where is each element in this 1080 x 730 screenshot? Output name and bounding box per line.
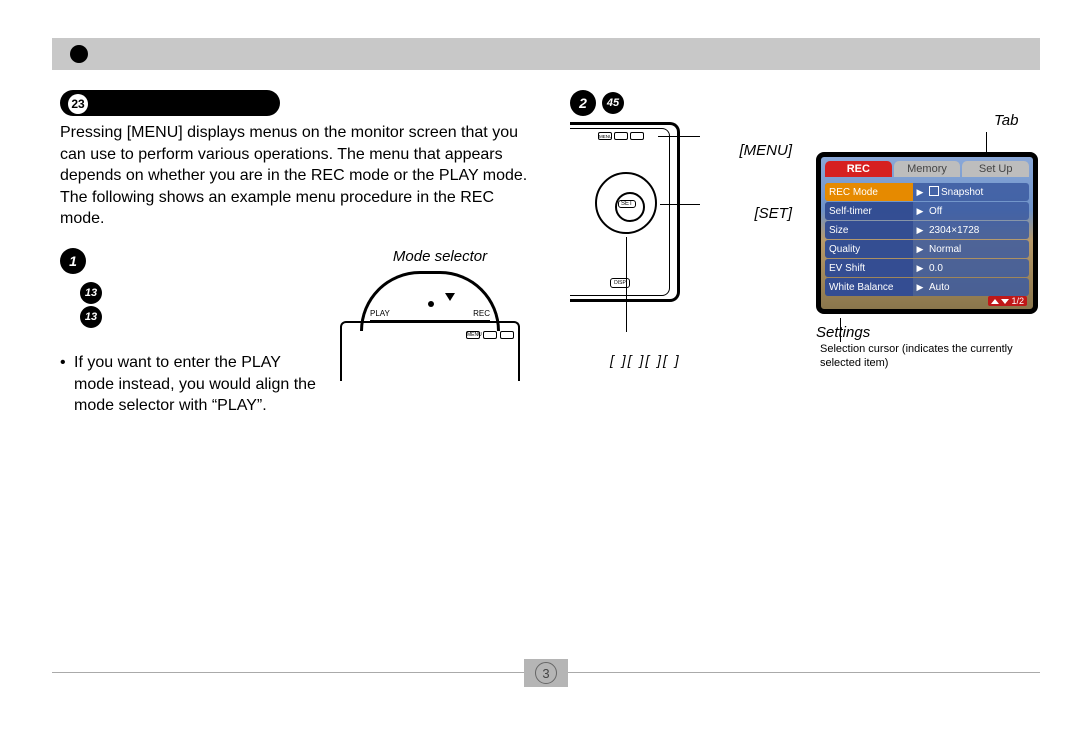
page-number: 3 xyxy=(542,666,549,681)
menu-row: Self-timer▶Off xyxy=(825,202,1029,220)
arrow-brackets-label: [ ][ ][ ][ ] xyxy=(610,352,681,368)
menu-row-arrow-icon: ▶ xyxy=(913,282,927,293)
intro-paragraph: Pressing [MENU] displays menus on the mo… xyxy=(60,122,540,230)
menu-row-name: REC Mode xyxy=(825,183,913,201)
header-bar xyxy=(52,38,1040,70)
page-indicator-text: 1/2 xyxy=(1011,296,1024,306)
menu-row-arrow-icon: ▶ xyxy=(913,187,927,198)
menu-row-name: Size xyxy=(825,221,913,239)
menu-tab: Set Up xyxy=(962,161,1029,177)
page-indicator: 1/2 xyxy=(988,296,1027,306)
menu-tab: Memory xyxy=(894,161,961,177)
diagram-blank-button-1 xyxy=(483,331,497,339)
menu-row-value: Snapshot xyxy=(927,186,1029,198)
menu-screen-block: Tab RECMemorySet Up REC Mode▶SnapshotSel… xyxy=(816,122,1046,371)
cam-blank-button-2 xyxy=(630,132,644,140)
menu-row-name: EV Shift xyxy=(825,259,913,277)
menu-row-name: Self-timer xyxy=(825,202,913,220)
mode-pointer-icon xyxy=(445,293,455,301)
cam-set-button: SET xyxy=(618,200,636,208)
section-number-badge: 23 xyxy=(68,94,88,114)
mode-selector-label: Mode selector xyxy=(340,248,540,265)
menu-row: White Balance▶Auto xyxy=(825,278,1029,296)
step-1-sub-badge-b: 13 xyxy=(80,306,102,328)
menu-row-arrow-icon: ▶ xyxy=(913,206,927,217)
right-column: 2 45 MENU SET DISP [ ][ ][ ][ ] xyxy=(570,90,1050,371)
menu-pointer-label: [MENU] xyxy=(722,142,792,159)
left-column: 23 Pressing [MENU] displays menus on the… xyxy=(60,90,540,417)
settings-pointer-label: Settings xyxy=(816,324,1046,341)
menu-row-value: Off xyxy=(927,206,1029,217)
menu-row-value: Auto xyxy=(927,282,1029,293)
step-2-badge-b: 45 xyxy=(602,92,624,114)
menu-tab: REC xyxy=(825,161,892,177)
mode-selector-diagram: PLAY REC MENU xyxy=(340,271,520,381)
diagram-menu-button: MENU xyxy=(466,331,480,339)
page-footer: 3 xyxy=(52,672,1040,710)
mode-rec-label: REC xyxy=(473,309,490,318)
menu-row-value: 2304×1728 xyxy=(927,225,1029,236)
menu-row: Size▶2304×1728 xyxy=(825,221,1029,239)
menu-row-value: Normal xyxy=(927,244,1029,255)
menu-row: EV Shift▶0.0 xyxy=(825,259,1029,277)
camera-back-diagram: MENU SET DISP [ ][ ][ ][ ] xyxy=(570,122,710,371)
step-2-badge-a: 2 xyxy=(570,90,596,116)
menu-row: REC Mode▶Snapshot xyxy=(825,183,1029,201)
page-number-circle: 3 xyxy=(535,662,557,684)
mode-play-label: PLAY xyxy=(370,309,390,318)
menu-row-arrow-icon: ▶ xyxy=(913,263,927,274)
menu-row-arrow-icon: ▶ xyxy=(913,225,927,236)
cam-blank-button-1 xyxy=(614,132,628,140)
menu-row-arrow-icon: ▶ xyxy=(913,244,927,255)
section-pill: 23 xyxy=(60,90,280,116)
page-down-icon xyxy=(1001,299,1009,304)
section-marker-dot xyxy=(70,45,88,63)
menu-row: Quality▶Normal xyxy=(825,240,1029,258)
set-pointer-label: [SET] xyxy=(722,205,792,222)
page-number-box: 3 xyxy=(524,659,568,687)
tab-pointer-label: Tab xyxy=(994,112,1018,129)
menu-row-name: White Balance xyxy=(825,278,913,296)
menu-screen: RECMemorySet Up REC Mode▶SnapshotSelf-ti… xyxy=(816,152,1038,314)
settings-note: Selection cursor (indicates the currentl… xyxy=(816,343,1046,371)
cam-menu-button: MENU xyxy=(598,132,612,140)
menu-row-value: 0.0 xyxy=(927,263,1029,274)
menu-row-name: Quality xyxy=(825,240,913,258)
page-up-icon xyxy=(991,299,999,304)
step-1-sub-badge-a: 13 xyxy=(80,282,102,304)
step-1-row: 1 13 13 If you want to enter the PLAY mo… xyxy=(60,248,540,417)
step-1-bullet: If you want to enter the PLAY mode inste… xyxy=(60,352,320,417)
cam-disp-button: DISP xyxy=(610,278,630,288)
step-1-badge: 1 xyxy=(60,248,86,274)
diagram-blank-button-2 xyxy=(500,331,514,339)
